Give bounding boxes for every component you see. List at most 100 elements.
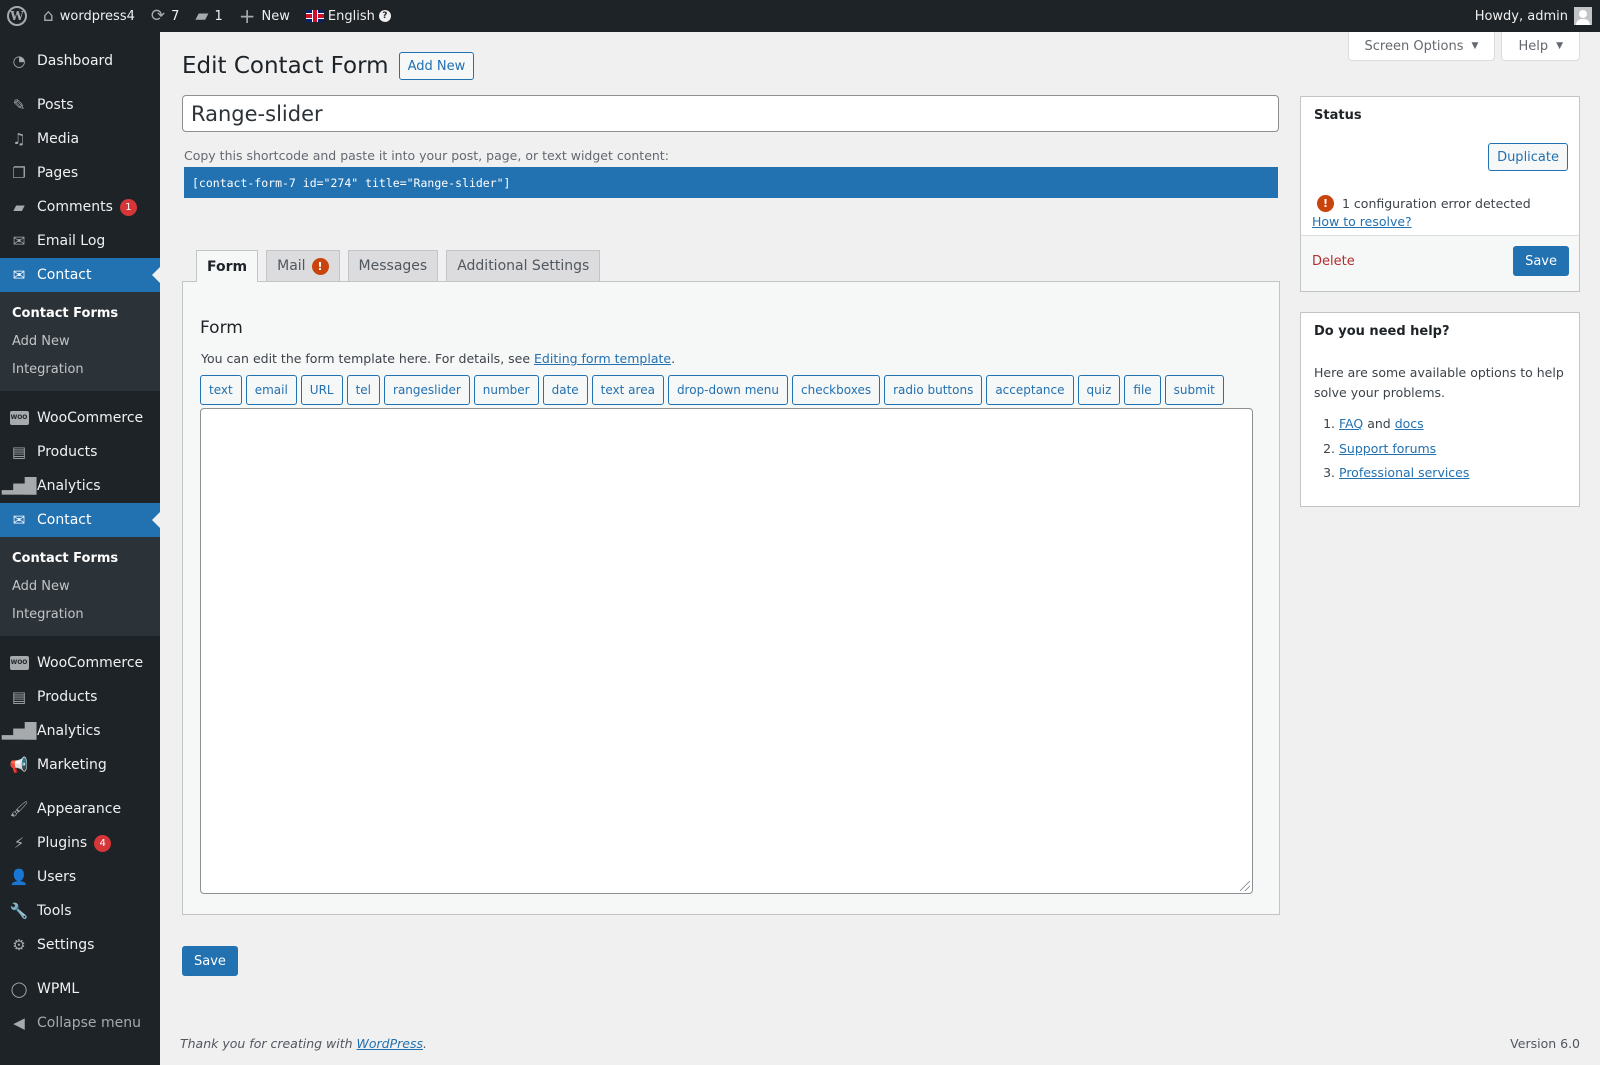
media-icon: ♫ [12, 130, 26, 148]
duplicate-button[interactable]: Duplicate [1488, 143, 1568, 171]
updates-icon: ⟳ [150, 5, 166, 26]
tab-label: Additional Settings [457, 258, 590, 274]
submenu-add-new[interactable]: Add New [0, 572, 160, 600]
new-label: New [261, 8, 290, 24]
screen-options-button[interactable]: Screen Options ▼ [1347, 32, 1496, 61]
how-to-resolve-link[interactable]: How to resolve? [1312, 214, 1412, 229]
tab-mail[interactable]: Mail! [266, 250, 340, 281]
language-switcher[interactable]: English ? [298, 0, 399, 32]
sidebar-item-wpml[interactable]: ◯ WPML [0, 972, 160, 1006]
submenu-contact-forms[interactable]: Contact Forms [0, 299, 160, 327]
tab-form[interactable]: Form [196, 250, 259, 282]
pages-icon: ❐ [12, 164, 26, 182]
save-button[interactable]: Save [182, 946, 238, 976]
uk-flag-icon [305, 10, 324, 22]
menu-label: Contact [37, 512, 92, 528]
tag-button-submit[interactable]: submit [1164, 375, 1224, 405]
screen-meta-links: Screen Options ▼ Help ▼ [1347, 32, 1580, 61]
main-content: Screen Options ▼ Help ▼ Edit Contact Form … [160, 32, 1600, 1065]
submenu-contact-forms[interactable]: Contact Forms [0, 544, 160, 572]
sidebar-item-pages[interactable]: ❐ Pages [0, 156, 160, 190]
resize-handle-icon[interactable] [1240, 881, 1250, 891]
support-forums-link[interactable]: Support forums [1339, 441, 1436, 456]
tag-button-number[interactable]: number [473, 375, 539, 405]
error-icon: ! [1317, 195, 1334, 212]
submenu-integration[interactable]: Integration [0, 355, 160, 383]
delete-link[interactable]: Delete [1312, 254, 1355, 269]
tag-button-email[interactable]: email [245, 375, 297, 405]
sidebar-item-woocommerce[interactable]: WOO WooCommerce [0, 401, 160, 435]
professional-services-link[interactable]: Professional services [1339, 465, 1469, 480]
site-name-link[interactable]: ⌂ wordpress4 [35, 0, 143, 32]
add-new-button[interactable]: Add New [398, 52, 475, 80]
sidebar-item-marketing[interactable]: 📢 Marketing [0, 748, 160, 782]
tag-button-file[interactable]: file [1124, 375, 1161, 405]
comment-icon: ▰ [13, 198, 25, 216]
tag-button-dropdown[interactable]: drop-down menu [667, 375, 788, 405]
sidebar-item-analytics-2[interactable]: ▂▅█ Analytics [0, 714, 160, 748]
menu-label: Pages [37, 165, 79, 181]
tag-button-acceptance[interactable]: acceptance [986, 375, 1074, 405]
docs-link[interactable]: docs [1395, 416, 1424, 431]
menu-label: WPML [37, 981, 80, 997]
submenu-add-new[interactable]: Add New [0, 327, 160, 355]
tab-additional-settings[interactable]: Additional Settings [446, 250, 601, 281]
sidebar-item-comments[interactable]: ▰ Comments 1 [0, 190, 160, 224]
help-button[interactable]: Help ▼ [1501, 32, 1580, 61]
save-side-button[interactable]: Save [1513, 246, 1569, 276]
new-content-link[interactable]: + New [231, 0, 298, 32]
wordpress-link[interactable]: WordPress [357, 1036, 423, 1051]
tag-button-quiz[interactable]: quiz [1077, 375, 1121, 405]
contact-submenu-2: Contact Forms Add New Integration [0, 537, 160, 636]
sidebar-item-settings[interactable]: ⚙ Settings [0, 928, 160, 962]
archive-icon: ▤ [11, 443, 27, 461]
menu-label: Media [37, 131, 80, 147]
sidebar-item-posts[interactable]: ✎ Posts [0, 88, 160, 122]
sidebar-item-woocommerce-2[interactable]: WOO WooCommerce [0, 646, 160, 680]
user-icon: 👤 [9, 868, 29, 886]
tag-button-tel[interactable]: tel [346, 375, 381, 405]
footer-suffix: . [423, 1036, 427, 1051]
contact-submenu: Contact Forms Add New Integration [0, 292, 160, 391]
sidebar-item-plugins[interactable]: ⚡ Plugins 4 [0, 826, 160, 860]
woo-icon: WOO [9, 408, 29, 428]
plus-icon: + [238, 4, 256, 28]
form-panel-heading: Form [200, 318, 243, 338]
footer-thanks: Thank you for creating with WordPress. [180, 1036, 427, 1051]
tab-label: Mail [277, 258, 306, 274]
sidebar-item-email-log[interactable]: ✉ Email Log [0, 224, 160, 258]
sidebar-item-users[interactable]: 👤 Users [0, 860, 160, 894]
sidebar-item-analytics[interactable]: ▂▅█ Analytics [0, 469, 160, 503]
tag-button-checkboxes[interactable]: checkboxes [792, 375, 881, 405]
sidebar-item-dashboard[interactable]: ◔ Dashboard [0, 44, 160, 78]
tag-button-radio[interactable]: radio buttons [884, 375, 983, 405]
menu-label: Contact [37, 267, 92, 283]
sidebar-item-appearance[interactable]: 🖌 Appearance [0, 792, 160, 826]
form-title-input[interactable]: Range-slider [182, 95, 1279, 132]
tag-button-url[interactable]: URL [300, 375, 343, 405]
wp-logo-menu[interactable]: W [0, 0, 35, 32]
updates-link[interactable]: ⟳ 7 [143, 0, 188, 32]
config-error: ! 1 configuration error detected [1317, 195, 1531, 212]
sidebar-item-contact[interactable]: ✉ Contact [0, 258, 160, 292]
comments-link[interactable]: ▰ 1 [187, 0, 230, 32]
tag-button-textarea[interactable]: text area [591, 375, 664, 405]
menu-label: Appearance [37, 801, 122, 817]
sidebar-item-contact-2[interactable]: ✉ Contact [0, 503, 160, 537]
tab-messages[interactable]: Messages [347, 250, 439, 281]
tag-button-rangeslider[interactable]: rangeslider [384, 375, 470, 405]
sidebar-item-products-2[interactable]: ▤ Products [0, 680, 160, 714]
submenu-integration[interactable]: Integration [0, 600, 160, 628]
faq-link[interactable]: FAQ [1339, 416, 1363, 431]
sidebar-item-media[interactable]: ♫ Media [0, 122, 160, 156]
shortcode-text: [contact-form-7 id="274" title="Range-sl… [192, 175, 511, 190]
form-template-textarea[interactable] [200, 408, 1253, 894]
shortcode-field[interactable]: [contact-form-7 id="274" title="Range-sl… [184, 167, 1278, 198]
sidebar-item-tools[interactable]: 🔧 Tools [0, 894, 160, 928]
editing-form-template-link[interactable]: Editing form template [534, 351, 671, 366]
tag-button-text[interactable]: text [200, 375, 242, 405]
tag-button-date[interactable]: date [542, 375, 588, 405]
collapse-menu-button[interactable]: ◀ Collapse menu [0, 1006, 160, 1040]
my-account-link[interactable]: Howdy, admin [1467, 0, 1600, 32]
sidebar-item-products[interactable]: ▤ Products [0, 435, 160, 469]
